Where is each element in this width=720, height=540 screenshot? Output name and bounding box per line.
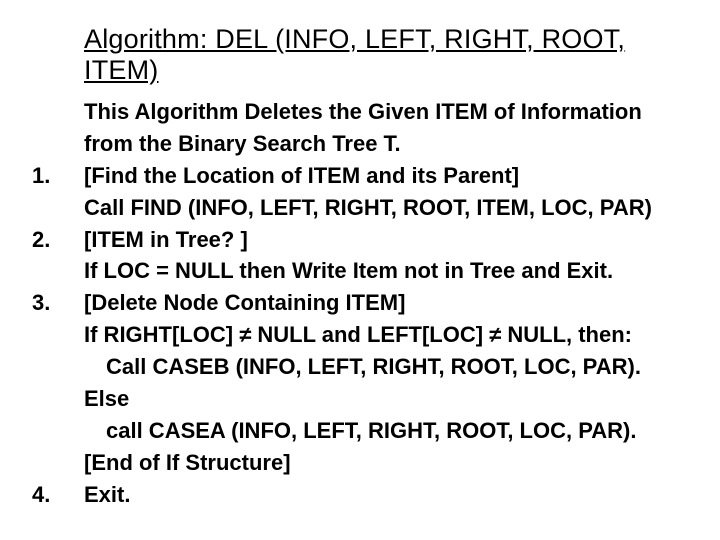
step-number: 2. [32, 224, 84, 256]
step-number: 1. [32, 160, 84, 192]
algorithm-line: If LOC = NULL then Write Item not in Tre… [32, 255, 688, 287]
algorithm-line: [End of If Structure] [32, 447, 688, 479]
step-text: [End of If Structure] [84, 447, 688, 479]
step-text: [Delete Node Containing ITEM] [84, 287, 688, 319]
step-text: This Algorithm Deletes the Given ITEM of… [84, 96, 688, 128]
algorithm-line: Call CASEB (INFO, LEFT, RIGHT, ROOT, LOC… [32, 351, 688, 383]
algorithm-line: Else [32, 383, 688, 415]
step-text: [ITEM in Tree? ] [84, 224, 688, 256]
algorithm-title: Algorithm: DEL (INFO, LEFT, RIGHT, ROOT,… [84, 24, 688, 86]
algorithm-body: This Algorithm Deletes the Given ITEM of… [32, 96, 688, 511]
algorithm-line: 3.[Delete Node Containing ITEM] [32, 287, 688, 319]
step-text: Call CASEB (INFO, LEFT, RIGHT, ROOT, LOC… [84, 351, 688, 383]
algorithm-line: This Algorithm Deletes the Given ITEM of… [32, 96, 688, 128]
step-text: call CASEA (INFO, LEFT, RIGHT, ROOT, LOC… [84, 415, 688, 447]
step-text: If LOC = NULL then Write Item not in Tre… [84, 255, 688, 287]
algorithm-line: 2.[ITEM in Tree? ] [32, 224, 688, 256]
step-text: Else [84, 383, 688, 415]
step-text: from the Binary Search Tree T. [84, 128, 688, 160]
algorithm-line: Call FIND (INFO, LEFT, RIGHT, ROOT, ITEM… [32, 192, 688, 224]
step-text: [Find the Location of ITEM and its Paren… [84, 160, 688, 192]
step-text: If RIGHT[LOC] ≠ NULL and LEFT[LOC] ≠ NUL… [84, 319, 688, 351]
algorithm-line: call CASEA (INFO, LEFT, RIGHT, ROOT, LOC… [32, 415, 688, 447]
step-number: 3. [32, 287, 84, 319]
step-text: Exit. [84, 479, 688, 511]
slide: Algorithm: DEL (INFO, LEFT, RIGHT, ROOT,… [0, 0, 720, 540]
algorithm-line: 4.Exit. [32, 479, 688, 511]
step-number: 4. [32, 479, 84, 511]
algorithm-line: 1.[Find the Location of ITEM and its Par… [32, 160, 688, 192]
algorithm-line: If RIGHT[LOC] ≠ NULL and LEFT[LOC] ≠ NUL… [32, 319, 688, 351]
algorithm-line: from the Binary Search Tree T. [32, 128, 688, 160]
step-text: Call FIND (INFO, LEFT, RIGHT, ROOT, ITEM… [84, 192, 688, 224]
